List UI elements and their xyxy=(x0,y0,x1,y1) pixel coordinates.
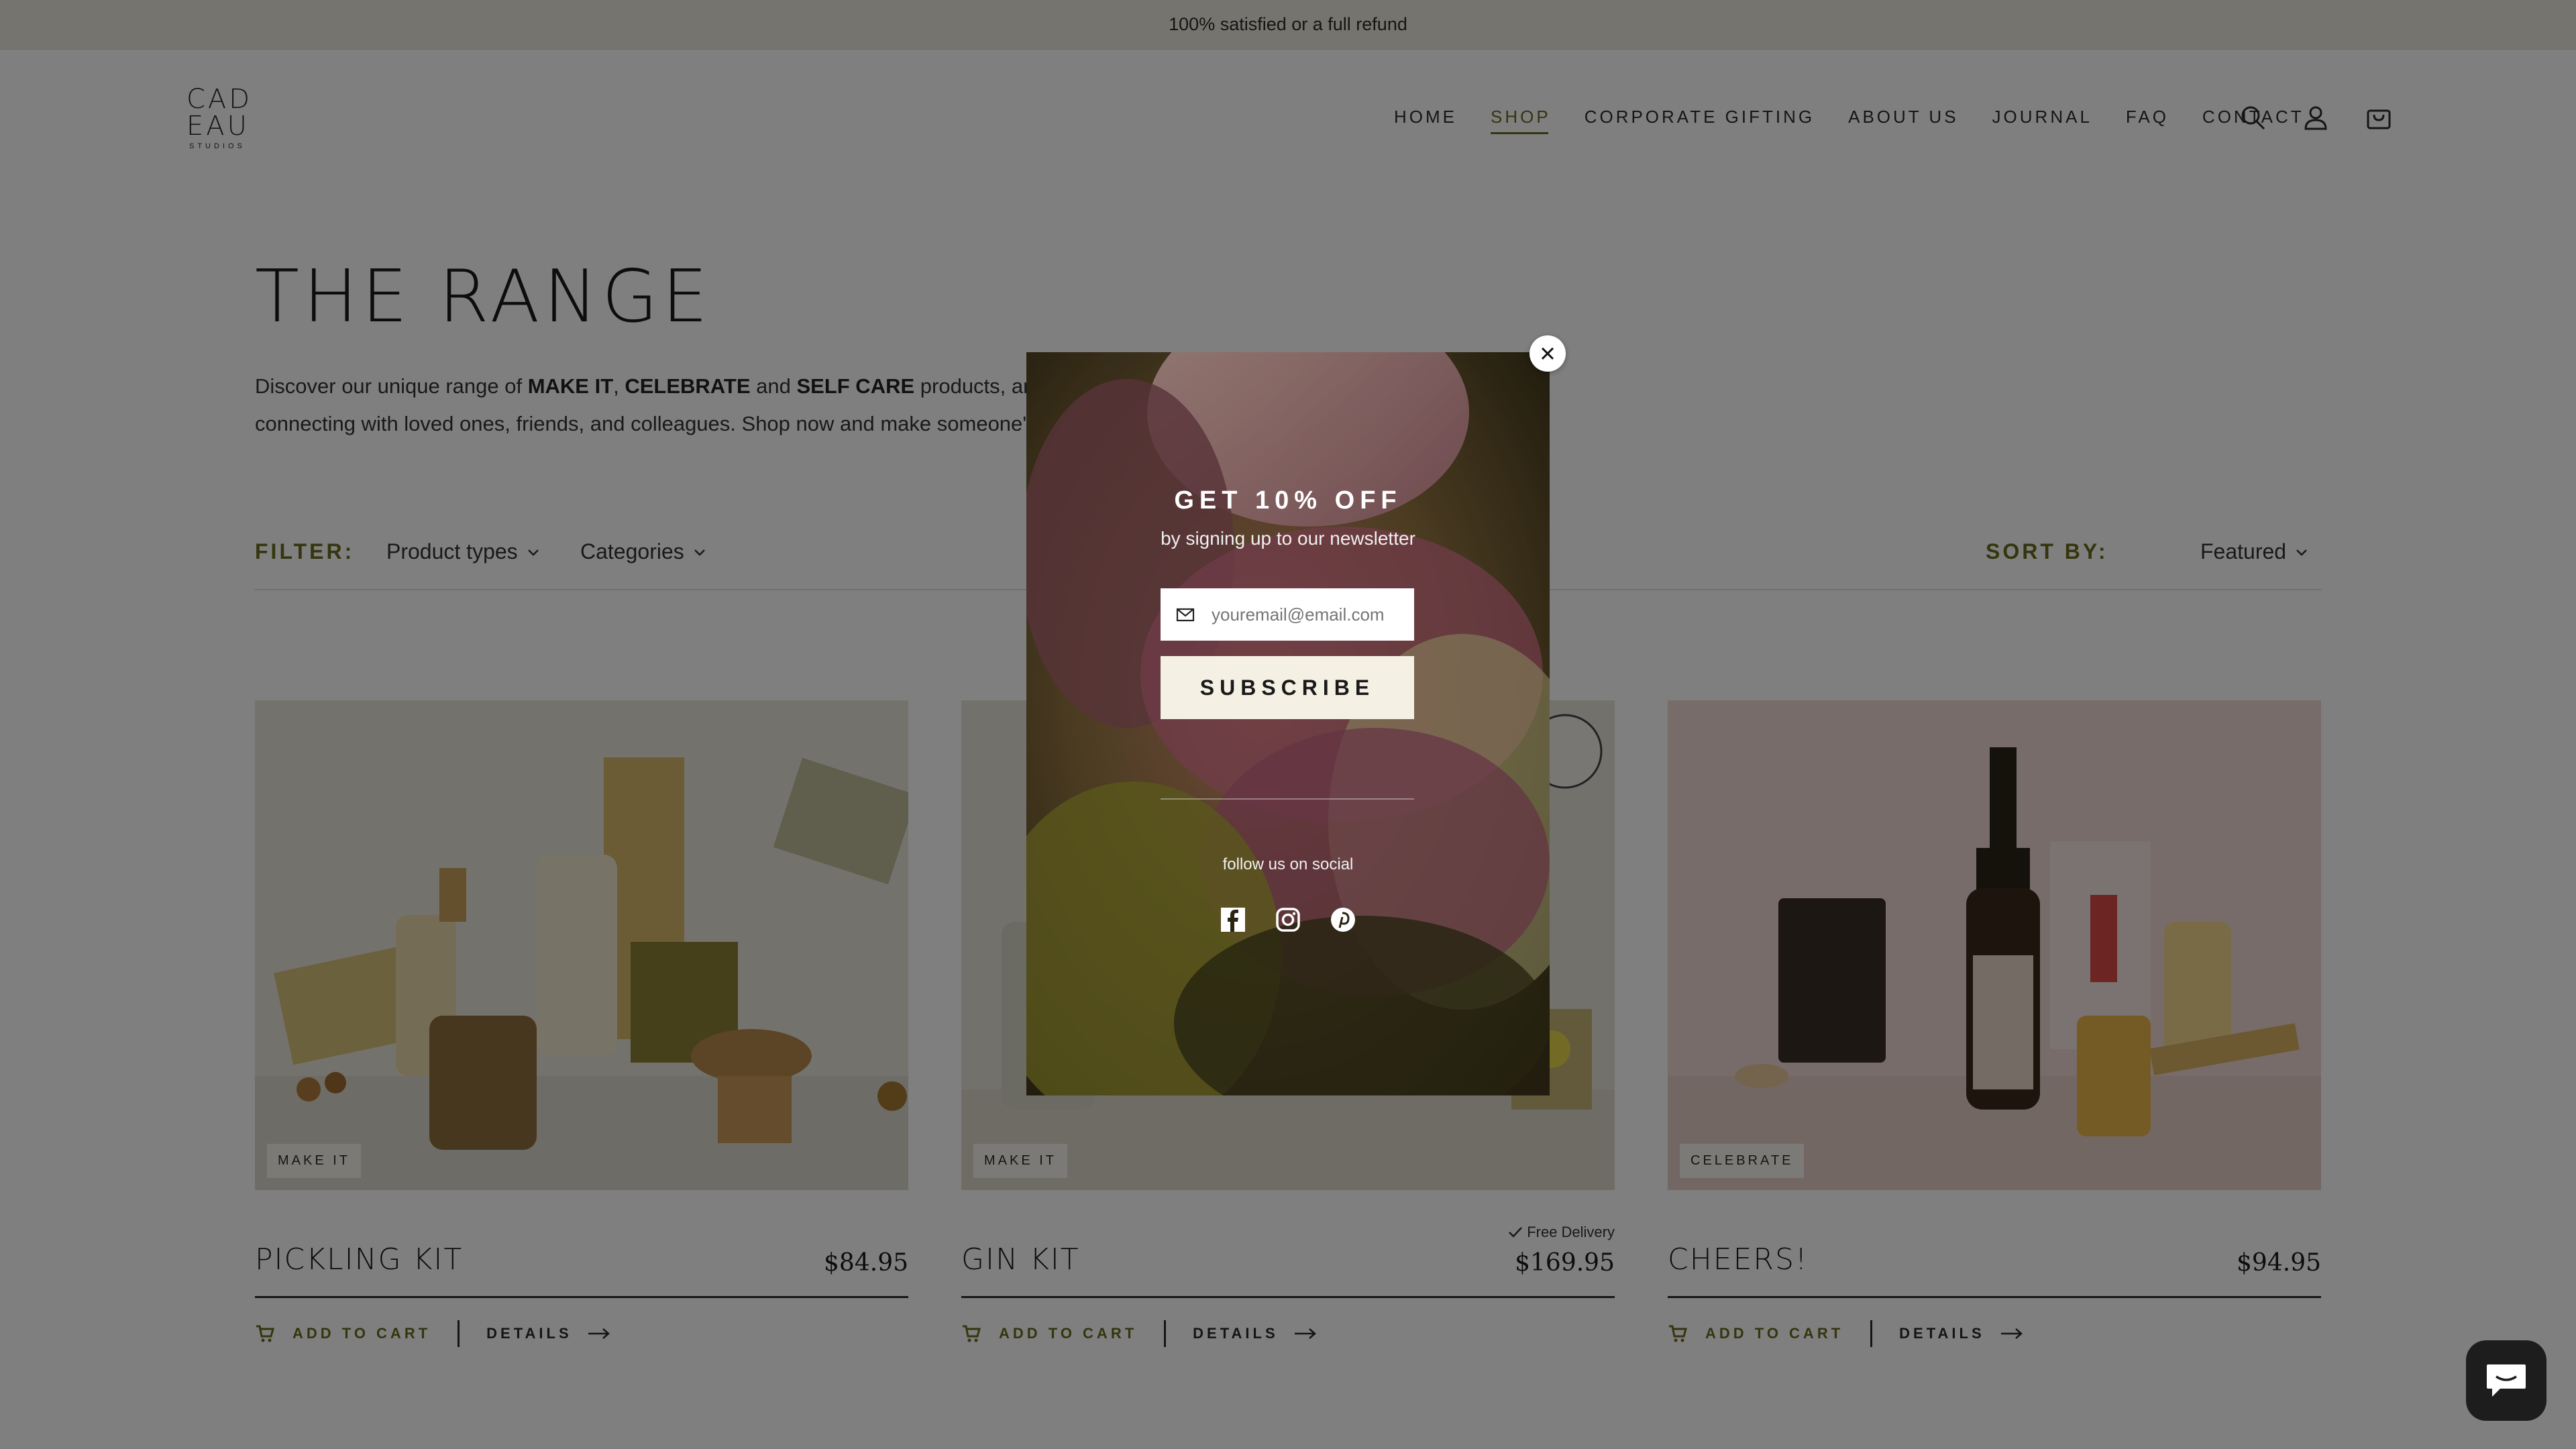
modal-title: GET 10% OFF xyxy=(1174,486,1402,515)
pinterest-icon[interactable] xyxy=(1330,906,1356,933)
mail-icon xyxy=(1176,608,1195,622)
chat-icon xyxy=(2487,1364,2526,1397)
facebook-icon[interactable] xyxy=(1220,906,1246,933)
email-field[interactable] xyxy=(1161,588,1414,641)
chat-button[interactable] xyxy=(2466,1340,2546,1421)
modal-divider xyxy=(1161,798,1414,800)
follow-text: follow us on social xyxy=(1222,855,1354,873)
close-icon xyxy=(1541,347,1554,360)
instagram-icon[interactable] xyxy=(1275,906,1301,933)
modal-subtitle: by signing up to our newsletter xyxy=(1161,528,1415,549)
newsletter-modal: GET 10% OFF by signing up to our newslet… xyxy=(1026,352,1550,1095)
subscribe-button[interactable]: SUBSCRIBE xyxy=(1161,656,1414,719)
modal-content: GET 10% OFF by signing up to our newslet… xyxy=(1026,352,1550,1095)
close-button[interactable] xyxy=(1529,335,1566,372)
social-links xyxy=(1026,906,1550,933)
